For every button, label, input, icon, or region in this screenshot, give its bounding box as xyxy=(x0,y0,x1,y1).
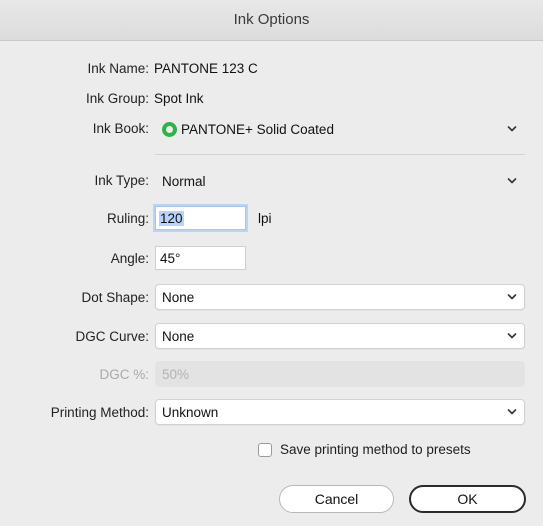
ink-group-value: Spot Ink xyxy=(154,91,204,106)
dgc-curve-select[interactable]: None xyxy=(155,323,525,349)
ruling-label: Ruling: xyxy=(106,211,149,226)
ink-group-label: Ink Group: xyxy=(85,91,149,106)
dot-shape-select[interactable]: None xyxy=(155,284,525,310)
chevron-down-icon xyxy=(507,178,517,184)
ink-book-label: Ink Book: xyxy=(92,121,149,136)
ink-book-select-text: PANTONE+ Solid Coated xyxy=(181,122,334,137)
dgc-percent-value: 50% xyxy=(162,367,190,382)
ok-button[interactable]: OK xyxy=(409,485,526,513)
save-presets-checkbox[interactable] xyxy=(258,443,272,457)
section-divider xyxy=(155,154,525,155)
printing-method-select[interactable]: Unknown xyxy=(155,399,525,425)
chevron-down-icon xyxy=(507,126,517,132)
printing-method-select-value: Unknown xyxy=(162,405,219,420)
window-title: Ink Options xyxy=(0,0,543,41)
ruling-input[interactable]: 120 xyxy=(155,206,246,230)
save-presets-label[interactable]: Save printing method to presets xyxy=(280,442,471,457)
dgc-percent-label: DGC %: xyxy=(99,367,149,382)
dot-shape-select-value: None xyxy=(162,290,195,305)
chevron-down-icon xyxy=(507,409,517,415)
ink-book-select-value: PANTONE+ Solid Coated xyxy=(162,122,334,137)
green-circle-icon xyxy=(162,122,177,137)
chevron-down-icon xyxy=(507,333,517,339)
chevron-down-icon xyxy=(507,294,517,300)
angle-input[interactable]: 45° xyxy=(155,246,246,270)
printing-method-label: Printing Method: xyxy=(50,405,149,420)
dgc-curve-select-value: None xyxy=(162,329,195,344)
ruling-input-value: 120 xyxy=(159,211,184,226)
angle-input-value: 45° xyxy=(160,251,181,266)
ink-type-select[interactable]: Normal xyxy=(155,168,525,194)
ink-type-select-value: Normal xyxy=(162,174,206,189)
ink-book-select[interactable]: PANTONE+ Solid Coated xyxy=(155,116,525,142)
dot-shape-label: Dot Shape: xyxy=(81,290,149,305)
dgc-percent-field: 50% xyxy=(155,361,525,387)
ruling-unit: lpi xyxy=(258,211,272,226)
angle-label: Angle: xyxy=(110,251,149,266)
ink-name-label: Ink Name: xyxy=(87,61,149,76)
ink-type-label: Ink Type: xyxy=(94,173,149,188)
dgc-curve-label: DGC Curve: xyxy=(75,329,149,344)
ink-name-value: PANTONE 123 C xyxy=(154,61,258,76)
cancel-button[interactable]: Cancel xyxy=(279,485,394,513)
ink-options-dialog: Ink Options Ink Name: PANTONE 123 C Ink … xyxy=(0,0,543,526)
